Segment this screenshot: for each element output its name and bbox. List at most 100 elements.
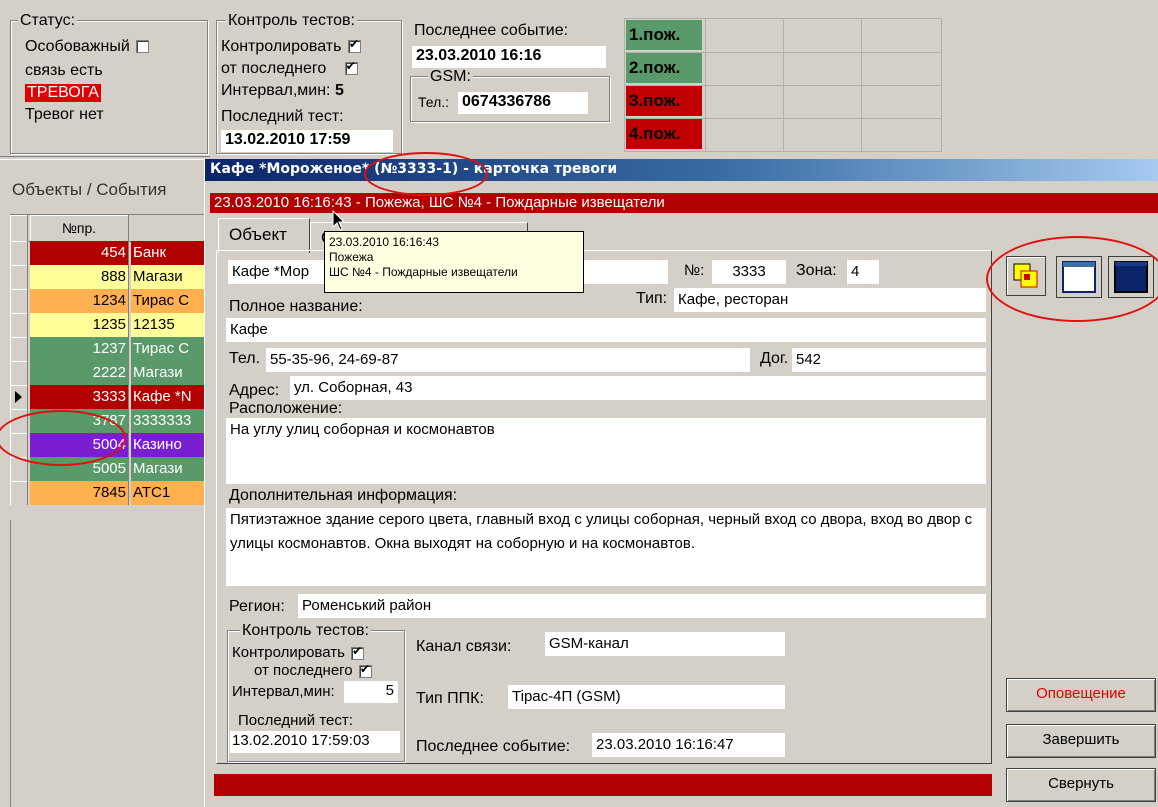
column-header-num[interactable]: №пр.	[30, 215, 129, 241]
gsm-legend: GSM:	[428, 68, 473, 86]
contract-field[interactable]: 542	[792, 348, 986, 372]
object-num-field[interactable]: 3333	[712, 260, 786, 284]
last-test-field[interactable]: 13.02.2010 17:59	[221, 130, 393, 152]
card-from-last-label: от последнего	[254, 662, 353, 679]
bottom-alarm-bar	[214, 774, 992, 796]
card-control-label: Контролировать	[232, 644, 345, 661]
object-num-label: №:	[684, 262, 705, 279]
ppk-field[interactable]: Tipac-4П (GSM)	[508, 685, 785, 709]
row-name: 12135	[131, 313, 211, 337]
current-row-arrow-icon	[15, 391, 22, 403]
row-indicator[interactable]	[10, 361, 28, 385]
table-row[interactable]: 2222 Магази	[10, 361, 211, 385]
event-tooltip: 23.03.2010 16:16:43 Пожежа ШС №4 - Пожда…	[324, 231, 584, 293]
row-name: Банк	[131, 241, 211, 265]
table-row[interactable]: 454 Банк	[10, 241, 211, 265]
ppk-label: Тип ППК:	[416, 690, 484, 707]
table-row[interactable]: 5004 Казино	[10, 433, 211, 457]
control-row[interactable]: Контролировать	[221, 37, 361, 56]
row-name: Магази	[131, 361, 211, 385]
gsm-phone-field[interactable]: 0674336786	[458, 92, 588, 114]
table-row[interactable]: 5005 Магази	[10, 457, 211, 481]
card-test-control-legend: Контроль тестов:	[240, 622, 371, 640]
row-indicator[interactable]	[10, 409, 28, 433]
table-row[interactable]: 1235 12135	[10, 313, 211, 337]
table-row[interactable]: 1237 Тирас С	[10, 337, 211, 361]
alarm-card-titlebar[interactable]: Кафе *Мороженое* (№3333-1) - карточка тр…	[205, 159, 1158, 181]
plan-icon	[1013, 263, 1038, 288]
card-last-event-field[interactable]: 23.03.2010 16:16:47	[592, 733, 785, 757]
row-indicator[interactable]	[10, 265, 28, 289]
phone-field[interactable]: 55-35-96, 24-69-87	[266, 348, 750, 372]
table-row[interactable]: 3333 Кафе *N	[10, 385, 211, 409]
alarm-line: 23.03.2010 16:16:43 - Пожежа, ШС №4 - По…	[210, 193, 1158, 213]
zone-field[interactable]: 4	[847, 260, 879, 284]
window-button[interactable]	[1056, 256, 1102, 298]
card-from-last-checkbox[interactable]	[358, 662, 372, 678]
tooltip-line-2: Пожежа	[329, 250, 374, 264]
notify-button[interactable]: Оповещение	[1006, 678, 1156, 712]
card-last-test-label: Последний тест:	[238, 712, 353, 729]
fire-zone-1[interactable]: 1.пож.	[626, 20, 702, 50]
card-last-test-field[interactable]: 13.02.2010 17:59:03	[230, 731, 400, 753]
fire-zone-3[interactable]: 3.пож.	[626, 86, 702, 116]
row-indicator[interactable]	[10, 337, 28, 361]
row-name: Магази	[131, 457, 211, 481]
address-field[interactable]: ул. Соборная, 43	[290, 376, 986, 400]
channel-field[interactable]: GSM-канал	[545, 632, 785, 656]
finish-button[interactable]: Завершить	[1006, 724, 1156, 758]
from-last-checkbox[interactable]	[344, 59, 358, 76]
row-indicator[interactable]	[10, 433, 28, 457]
plan-button[interactable]	[1006, 256, 1046, 296]
test-control-legend: Контроль тестов:	[226, 12, 357, 30]
control-checkbox[interactable]	[347, 37, 361, 54]
row-name: Магази	[131, 265, 211, 289]
card-control-checkbox[interactable]	[351, 644, 365, 660]
objects-table-header: №пр.	[10, 214, 206, 242]
card-from-last-row[interactable]: от последнего	[254, 662, 372, 679]
table-row[interactable]: 1234 Тирас С	[10, 289, 211, 313]
row-indicator[interactable]	[10, 289, 28, 313]
card-control-row[interactable]: Контролировать	[232, 644, 365, 661]
tab-object[interactable]: Объект	[218, 218, 310, 253]
type-field[interactable]: Кафе, ресторан	[674, 288, 986, 312]
row-num: 3333	[30, 385, 129, 409]
location-field[interactable]: На углу улиц соборная и космонавтов	[226, 418, 986, 484]
card-interval-field[interactable]: 5	[344, 681, 398, 703]
region-label: Регион:	[229, 598, 285, 615]
gsm-phone-label: Тел.:	[418, 94, 450, 110]
interval-value: 5	[334, 82, 344, 99]
important-checkbox-row[interactable]: Особоважный	[25, 38, 150, 56]
row-indicator[interactable]	[10, 241, 28, 265]
mouse-cursor-icon	[332, 209, 346, 237]
row-indicator[interactable]	[10, 313, 28, 337]
tooltip-line-1: 23.03.2010 16:16:43	[329, 235, 440, 249]
extra-info-field[interactable]: Пятиэтажное здание серого цвета, главный…	[226, 508, 986, 586]
table-row[interactable]: 7845 АТС1	[10, 481, 211, 505]
full-name-label: Полное название:	[229, 298, 363, 315]
alarm-status: ТРЕВОГА	[25, 84, 101, 102]
fire-zone-2[interactable]: 2.пож.	[626, 53, 702, 83]
full-name-field[interactable]: Кафе	[226, 318, 986, 342]
row-name: АТС1	[131, 481, 211, 505]
table-row[interactable]: 3787 3333333	[10, 409, 211, 433]
from-last-row[interactable]: от последнего	[221, 59, 358, 78]
row-indicator[interactable]	[10, 481, 28, 505]
fire-zone-4[interactable]: 4.пож.	[626, 119, 702, 149]
important-checkbox[interactable]	[136, 40, 150, 54]
row-name: Тирас С	[131, 289, 211, 313]
from-last-label: от последнего	[221, 60, 327, 77]
last-event-field[interactable]: 23.03.2010 16:16	[412, 46, 606, 68]
row-indicator[interactable]	[10, 457, 28, 481]
region-field[interactable]: Роменський район	[298, 594, 986, 618]
dark-window-button[interactable]	[1108, 256, 1154, 298]
objects-panel-divider	[0, 156, 210, 160]
row-num: 7845	[30, 481, 129, 505]
table-row[interactable]: 888 Магази	[10, 265, 211, 289]
card-interval-label: Интервал,мин:	[232, 683, 335, 700]
row-name: Тирас С	[131, 337, 211, 361]
important-label: Особоважный	[25, 38, 130, 55]
minimize-button[interactable]: Свернуть	[1006, 768, 1156, 802]
location-label: Расположение:	[229, 400, 343, 417]
row-num: 1235	[30, 313, 129, 337]
